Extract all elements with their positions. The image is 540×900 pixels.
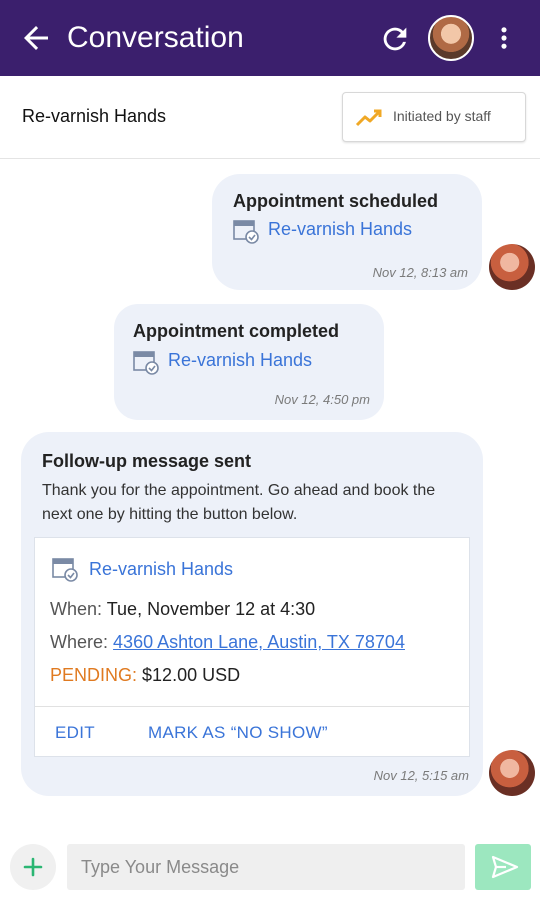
service-link[interactable]: Re-varnish Hands	[268, 219, 412, 240]
message-appointment-completed: Appointment completed Re-varnish Hands N…	[114, 304, 384, 420]
message-timestamp: Nov 12, 8:13 am	[372, 265, 468, 280]
card-divider	[35, 706, 469, 707]
message-body: Thank you for the appointment. Go ahead …	[42, 482, 436, 523]
when-label: When:	[50, 599, 103, 619]
plus-icon	[23, 857, 43, 877]
conversation-title: Re-varnish Hands	[22, 106, 167, 126]
sender-avatar	[489, 750, 535, 796]
attach-button[interactable]	[10, 844, 56, 890]
message-timestamp: Nov 12, 4:50 pm	[274, 392, 370, 407]
service-link[interactable]: Re-varnish Hands	[89, 559, 233, 580]
calendar-check-icon	[233, 220, 259, 244]
when-row: When: Tue, November 12 at 4:30	[50, 599, 315, 620]
send-icon	[491, 855, 519, 879]
initiated-label: Initiated by staff	[393, 108, 491, 124]
edit-button[interactable]: EDIT	[55, 723, 95, 743]
message-timestamp: Nov 12, 5:15 am	[373, 768, 469, 783]
where-row: Where: 4360 Ashton Lane, Austin, TX 7870…	[50, 632, 405, 653]
initiated-by-badge[interactable]: Initiated by staff	[342, 92, 526, 142]
service-link[interactable]: Re-varnish Hands	[168, 350, 312, 371]
message-appointment-scheduled: Appointment scheduled Re-varnish Hands N…	[212, 174, 482, 290]
message-follow-up: Follow-up message sent Thank you for the…	[21, 432, 483, 796]
message-title: Appointment scheduled	[233, 191, 439, 211]
arrow-left-icon[interactable]	[18, 20, 54, 56]
status-label: PENDING:	[50, 665, 138, 685]
app-bar: Conversation	[0, 0, 540, 76]
appointment-card: Re-varnish Hands When: Tue, November 12 …	[34, 537, 470, 757]
refresh-icon[interactable]	[378, 22, 412, 56]
page-title: Conversation	[67, 21, 244, 54]
user-avatar[interactable]	[428, 15, 474, 61]
mark-no-show-button[interactable]: MARK AS “NO SHOW”	[148, 723, 328, 743]
calendar-check-icon	[133, 351, 159, 375]
calendar-check-icon	[52, 558, 78, 582]
address-link[interactable]: 4360 Ashton Lane, Austin, TX 78704	[113, 632, 405, 652]
where-label: Where:	[50, 632, 109, 652]
message-title: Appointment completed	[133, 321, 339, 341]
more-vertical-icon[interactable]	[490, 20, 518, 56]
message-title: Follow-up message sent	[42, 451, 252, 471]
message-composer	[0, 830, 540, 900]
trending-up-icon	[355, 109, 382, 127]
sender-avatar	[489, 244, 535, 290]
status-row: PENDING: $12.00 USD	[50, 665, 240, 686]
send-button[interactable]	[475, 844, 531, 890]
when-value: Tue, November 12 at 4:30	[106, 599, 316, 619]
message-input[interactable]	[67, 844, 465, 890]
price-value: $12.00 USD	[142, 665, 241, 685]
